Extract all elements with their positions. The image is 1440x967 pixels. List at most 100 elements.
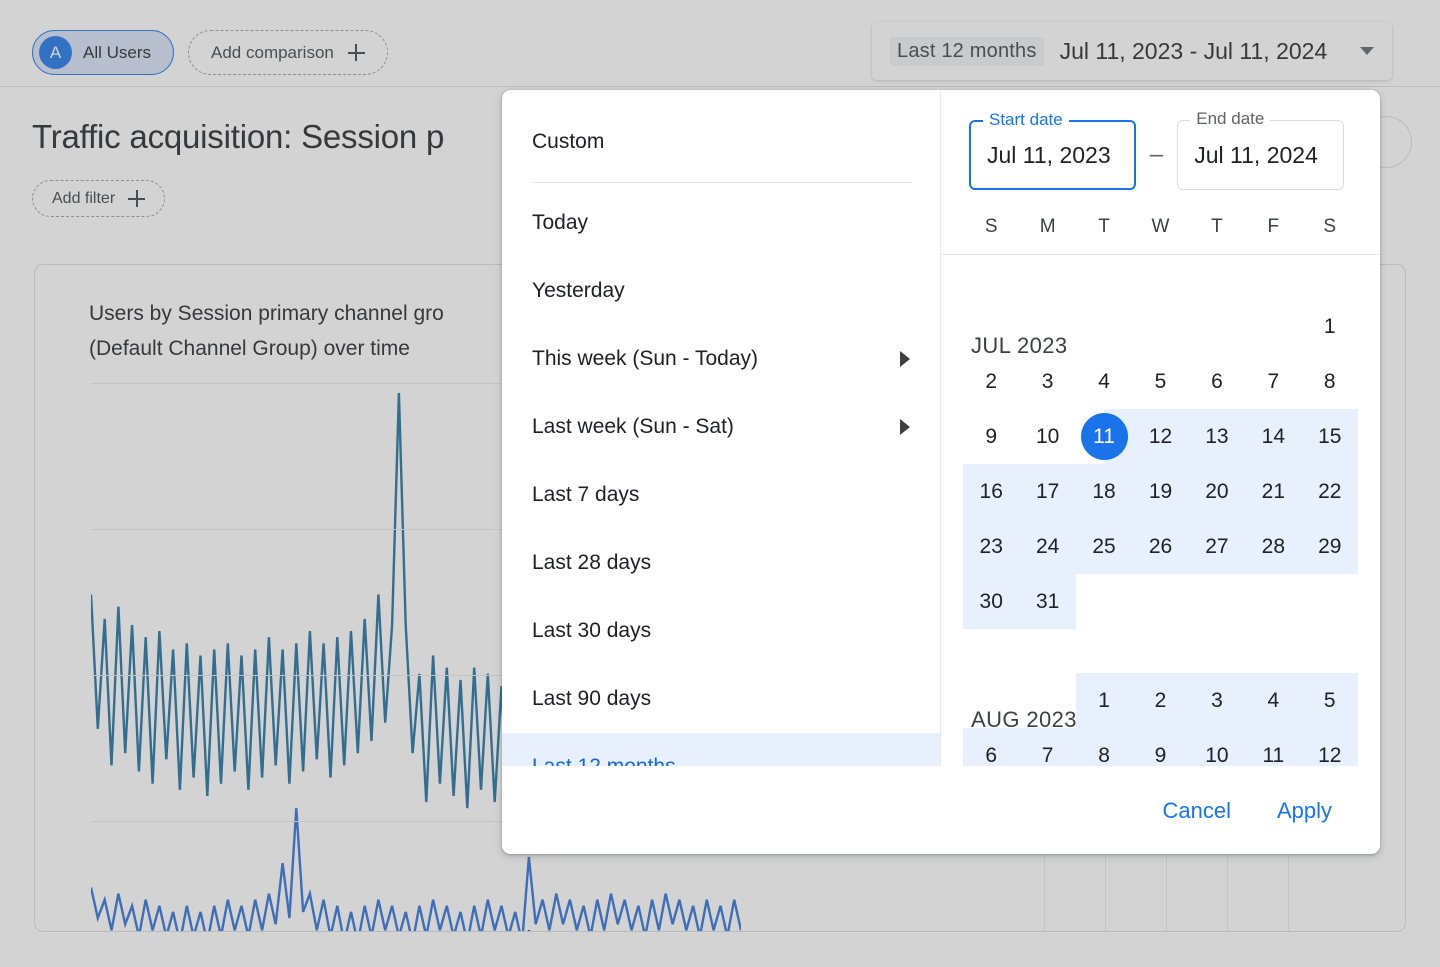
calendar-day-selected: 11: [1080, 413, 1128, 460]
calendar-day-empty: [1302, 574, 1358, 629]
calendar-day[interactable]: 11: [1245, 728, 1302, 766]
calendar-day[interactable]: 4: [1245, 673, 1302, 728]
calendar-day[interactable]: 31: [1019, 574, 1076, 629]
chevron-right-icon: [900, 351, 910, 367]
calendar-week-row: 16 17 18 19 20 21 22: [963, 464, 1358, 519]
date-input-fields: Start date Jul 11, 2023 – End date Jul 1…: [941, 90, 1380, 216]
calendar-day[interactable]: 8: [1075, 728, 1133, 766]
app-root: A All Users Add comparison Last 12 month…: [0, 0, 1440, 967]
end-date-value: Jul 11, 2024: [1194, 141, 1318, 168]
date-picker-footer: Cancel Apply: [502, 766, 1380, 854]
calendar-day[interactable]: 22: [1301, 464, 1358, 519]
preset-item-last-28-days[interactable]: Last 28 days: [502, 529, 940, 597]
preset-item-custom[interactable]: Custom: [502, 108, 940, 176]
cancel-button[interactable]: Cancel: [1146, 788, 1246, 834]
date-range-picker-popover: Custom Today Yesterday This week (Sun - Tod…: [502, 90, 1380, 854]
calendar-day[interactable]: 9: [1132, 728, 1189, 766]
calendar-day[interactable]: 6: [1189, 354, 1245, 409]
calendar-day[interactable]: 19: [1132, 464, 1189, 519]
preset-item-label: Last 7 days: [532, 483, 640, 506]
preset-item-last-30-days[interactable]: Last 30 days: [502, 597, 940, 665]
start-date-label: Start date: [983, 110, 1069, 130]
preset-item-label: Yesterday: [532, 279, 625, 302]
calendar-day[interactable]: 10: [1019, 409, 1075, 464]
apply-button[interactable]: Apply: [1261, 788, 1348, 834]
calendar-panel: Start date Jul 11, 2023 – End date Jul 1…: [941, 90, 1380, 766]
calendar-day-empty: [1132, 299, 1188, 354]
calendar-day[interactable]: 14: [1245, 409, 1302, 464]
calendar-week-row: 23 24 25 26 27 28 29: [963, 519, 1358, 574]
start-date-value: Jul 11, 2023: [987, 141, 1111, 168]
calendar-day[interactable]: 27: [1188, 519, 1246, 574]
calendar-month-label: JUL 2023: [971, 333, 1068, 358]
preset-item-label: Custom: [532, 130, 605, 153]
chevron-right-icon: [900, 419, 910, 435]
calendar-day[interactable]: 10: [1188, 728, 1246, 766]
preset-item-label: Last 90 days: [532, 687, 652, 710]
weekday-header-row: SMTWTFS: [941, 216, 1380, 254]
calendar-day[interactable]: 2: [1132, 673, 1189, 728]
calendar-day[interactable]: 18: [1075, 464, 1133, 519]
calendar-day[interactable]: 9: [963, 409, 1019, 464]
end-date-label: End date: [1190, 109, 1271, 129]
calendar-day[interactable]: 12: [1301, 728, 1358, 766]
preset-item-last-90-days[interactable]: Last 90 days: [502, 665, 940, 733]
calendar-day[interactable]: 20: [1188, 464, 1246, 519]
preset-item-label: This week (Sun - Today): [532, 347, 759, 370]
weekday-header: S: [984, 216, 998, 237]
calendar-day[interactable]: 24: [1019, 519, 1076, 574]
calendar-day[interactable]: 7: [1245, 354, 1301, 409]
preset-item-this-week-sun-today[interactable]: This week (Sun - Today): [502, 325, 940, 393]
preset-item-yesterday[interactable]: Yesterday: [502, 257, 940, 325]
calendar-day[interactable]: 16: [963, 464, 1020, 519]
calendar-day-empty: [1076, 574, 1132, 629]
calendar-day[interactable]: 3: [1188, 673, 1246, 728]
weekday-header: M: [1039, 216, 1056, 237]
calendar-day[interactable]: 25: [1075, 519, 1133, 574]
calendar-day[interactable]: 13: [1188, 409, 1246, 464]
calendar-day[interactable]: 21: [1245, 464, 1302, 519]
calendar-day[interactable]: 1: [1302, 299, 1358, 354]
calendar-day[interactable]: 8: [1302, 354, 1358, 409]
preset-item-today[interactable]: Today: [502, 189, 940, 257]
preset-item-last-7-days[interactable]: Last 7 days: [502, 461, 940, 529]
calendar-day[interactable]: 12: [1132, 409, 1189, 464]
calendar-day[interactable]: 15: [1301, 409, 1358, 464]
calendar-day[interactable]: 4: [1076, 354, 1132, 409]
calendar-day[interactable]: 30: [963, 574, 1020, 629]
calendar-week-row: 9 10 11 12 13 14 15: [963, 409, 1358, 464]
calendar-day-empty: [1189, 574, 1245, 629]
calendar-day[interactable]: 11: [1075, 409, 1133, 464]
calendar-scroll-area[interactable]: JUL 2023 1 2 3 4 5 6 7 8 9 10 11 12 13 14 15 16 17 18 19 20 2…: [941, 255, 1380, 766]
preset-item-last-week-sun-sat[interactable]: Last week (Sun - Sat): [502, 393, 940, 461]
calendar-day[interactable]: 23: [963, 519, 1020, 574]
date-picker-body: Custom Today Yesterday This week (Sun - Tod…: [502, 90, 1380, 766]
calendar-day[interactable]: 17: [1019, 464, 1076, 519]
end-date-field[interactable]: End date Jul 11, 2024: [1177, 109, 1344, 190]
weekday-header: T: [1098, 216, 1110, 237]
calendar-month: AUG 2023 1 2 3 4 5 6 7 8 9 10 11 12: [963, 673, 1358, 766]
start-date-field[interactable]: Start date Jul 11, 2023: [969, 110, 1136, 190]
calendar-week-row: 30 31: [963, 574, 1358, 629]
calendar-day-empty: [1076, 299, 1132, 354]
calendar-day[interactable]: 5: [1132, 354, 1188, 409]
date-range-separator: –: [1149, 141, 1164, 168]
calendar-day[interactable]: 28: [1245, 519, 1302, 574]
weekday-header: W: [1151, 216, 1170, 237]
calendar-month: JUL 2023 1 2 3 4 5 6 7 8 9 10 11 12 13 14 15 16 17 18 19 20 2…: [963, 299, 1358, 629]
calendar-day-empty: [1189, 299, 1245, 354]
calendar-day-empty: [1132, 574, 1188, 629]
weekday-header: T: [1211, 216, 1223, 237]
calendar-day-empty: [1245, 574, 1301, 629]
calendar-day[interactable]: 26: [1132, 519, 1189, 574]
preset-item-label: Last 12 months: [532, 755, 676, 766]
calendar-month-label: AUG 2023: [971, 707, 1077, 732]
calendar-day[interactable]: 1: [1075, 673, 1133, 728]
calendar-day[interactable]: 29: [1301, 519, 1358, 574]
preset-item-label: Last 30 days: [532, 619, 652, 642]
preset-item-last-12-months[interactable]: Last 12 months: [502, 733, 940, 766]
calendar-day[interactable]: 5: [1301, 673, 1358, 728]
preset-item-label: Today: [532, 211, 589, 234]
weekday-header: F: [1267, 216, 1280, 237]
preset-list-divider: [532, 182, 912, 183]
